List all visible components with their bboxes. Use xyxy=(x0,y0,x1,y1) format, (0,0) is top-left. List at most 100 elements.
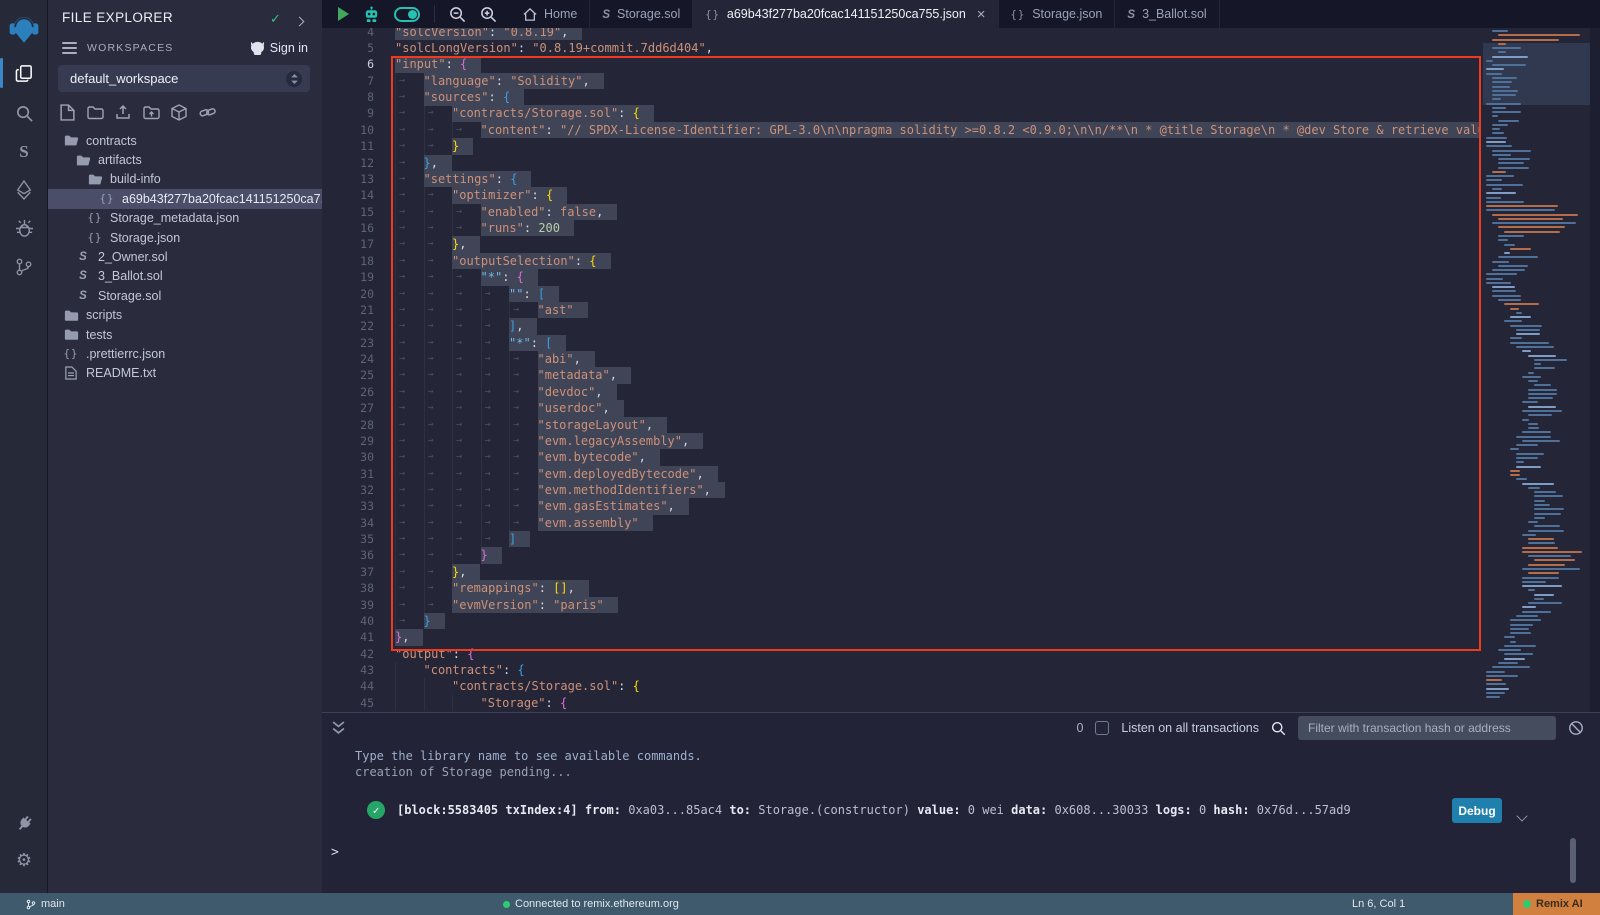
tab-storage-sol[interactable]: SStorage.sol xyxy=(590,0,693,28)
tree-item-build-info[interactable]: build-info xyxy=(48,170,322,189)
tree-item-readme-txt[interactable]: README.txt xyxy=(48,364,322,383)
minimap-line xyxy=(1522,376,1541,378)
sidebar-item-deploy-run[interactable] xyxy=(0,172,48,208)
copilot-toggle[interactable] xyxy=(394,7,420,22)
tree-item-storage-json[interactable]: {}Storage.json xyxy=(48,228,322,247)
minimap-line xyxy=(1498,226,1565,228)
upload-file-icon[interactable] xyxy=(114,103,132,121)
code-editor[interactable]: 4567891011121314151617181920212223242526… xyxy=(322,28,1600,712)
listen-checkbox[interactable] xyxy=(1095,721,1109,735)
json-icon-wrap: {} xyxy=(87,232,103,244)
tree-item-tests[interactable]: tests xyxy=(48,325,322,344)
workspace-select[interactable]: default_workspace xyxy=(58,65,310,92)
tab-whitespace: → xyxy=(424,105,453,121)
sidebar-item-git[interactable] xyxy=(0,249,48,285)
sidebar-item-plugin-manager[interactable] xyxy=(0,805,48,841)
tab-storage-json[interactable]: {}Storage.json xyxy=(999,0,1116,28)
minimap-line xyxy=(1486,145,1512,147)
minimap-line xyxy=(1486,696,1500,698)
tab-home[interactable]: Home xyxy=(511,0,590,28)
minimap-line xyxy=(1492,214,1578,216)
tab-whitespace: → xyxy=(452,400,481,416)
minimap[interactable] xyxy=(1483,28,1590,702)
tab-whitespace: → xyxy=(395,318,424,334)
tab-whitespace xyxy=(395,662,424,678)
sidebar-item-settings[interactable]: ⚙ xyxy=(0,842,48,878)
debug-button[interactable]: Debug xyxy=(1452,798,1502,823)
tree-item--prettierrc-json[interactable]: {}.prettierrc.json xyxy=(48,344,322,363)
tree-item-scripts[interactable]: scripts xyxy=(48,306,322,325)
code-text: "evmVersion": "paris" xyxy=(452,597,618,613)
line-number: 27 xyxy=(322,400,374,416)
ai-robot-icon[interactable] xyxy=(363,6,380,23)
zoom-in-icon[interactable] xyxy=(480,6,497,23)
link-icon[interactable] xyxy=(198,103,216,121)
code-line-14: →→"optimizer": { xyxy=(395,187,1481,203)
cube-icon[interactable] xyxy=(170,103,188,121)
minimap-line xyxy=(1498,218,1563,220)
tree-item-storage-metadata-json[interactable]: {}Storage_metadata.json xyxy=(48,209,322,228)
new-folder-icon[interactable] xyxy=(86,103,104,121)
tree-item-3-ballot-sol[interactable]: S3_Ballot.sol xyxy=(48,267,322,286)
minimap-line xyxy=(1486,60,1493,62)
transaction-filter-input[interactable] xyxy=(1298,716,1556,740)
editor-scrollbar[interactable] xyxy=(1590,28,1600,712)
tab-whitespace: → xyxy=(452,515,481,531)
minimap-line xyxy=(1522,419,1529,421)
remix-logo[interactable] xyxy=(0,10,48,48)
solidity-icon: S xyxy=(602,9,610,21)
terminal-prompt[interactable]: > xyxy=(331,845,339,860)
remix-ai-badge[interactable]: Remix AI xyxy=(1513,893,1600,915)
line-number: 45 xyxy=(322,695,374,711)
tab-3-ballot-sol[interactable]: S3_Ballot.sol xyxy=(1115,0,1219,28)
minimap-line xyxy=(1492,111,1521,113)
upload-folder-icon[interactable] xyxy=(142,103,160,121)
terminal-search-icon[interactable] xyxy=(1271,721,1286,736)
minimap-line xyxy=(1504,303,1539,305)
line-number: 11 xyxy=(322,138,374,154)
tree-item-contracts[interactable]: contracts xyxy=(48,131,322,150)
tree-item-storage-sol[interactable]: SStorage.sol xyxy=(48,286,322,305)
line-number: 16 xyxy=(322,220,374,236)
minimap-line xyxy=(1498,239,1508,241)
sidebar-item-file-explorer[interactable] xyxy=(0,55,48,91)
transaction-row[interactable]: ✓ [block:5583405 txIndex:4] from: 0xa03.… xyxy=(367,801,1351,819)
tab-whitespace: → xyxy=(481,384,510,400)
tree-item-2-owner-sol[interactable]: S2_Owner.sol xyxy=(48,247,322,266)
sidebar-item-solidity-compiler[interactable]: S xyxy=(0,134,48,170)
terminal-scrollbar[interactable] xyxy=(1570,838,1576,883)
collapse-terminal-icon[interactable] xyxy=(322,721,345,735)
tree-item-a69b43f277ba20fcac141151250ca7-[interactable]: {}a69b43f277ba20fcac141151250ca7... xyxy=(48,189,322,208)
json-icon-wrap: {} xyxy=(1011,7,1026,21)
run-script-button[interactable] xyxy=(338,7,349,21)
code-text: "contracts/Storage.sol": { xyxy=(452,105,654,121)
line-number: 5 xyxy=(322,40,374,56)
hamburger-icon[interactable] xyxy=(62,42,77,54)
git-branch-status[interactable]: main xyxy=(26,893,65,915)
line-number: 10 xyxy=(322,122,374,138)
line-number: 9 xyxy=(322,105,374,121)
tab-a69b43f277ba20fcac141151250ca755-json[interactable]: {}a69b43f277ba20fcac141151250ca755.json× xyxy=(693,0,998,28)
panel-chevron-right[interactable] xyxy=(296,12,303,30)
minimap-line xyxy=(1516,466,1541,468)
tab-whitespace: → xyxy=(395,138,424,154)
new-file-icon[interactable] xyxy=(58,103,76,121)
close-icon[interactable]: × xyxy=(977,6,986,23)
sign-in-button[interactable]: Sign in xyxy=(250,41,308,55)
minimap-line xyxy=(1492,666,1530,668)
minimap-line xyxy=(1534,367,1555,369)
clear-console-icon[interactable] xyxy=(1568,720,1584,736)
minimap-line xyxy=(1504,320,1522,322)
tree-item-artifacts[interactable]: artifacts xyxy=(48,150,322,169)
code-text: "storageLayout", xyxy=(538,417,668,433)
json-icon: {} xyxy=(100,193,115,205)
tx-expand-chevron[interactable] xyxy=(1518,807,1526,825)
sidebar-item-search[interactable] xyxy=(0,95,48,131)
minimap-line xyxy=(1498,43,1506,45)
tab-whitespace: → xyxy=(424,580,453,596)
sidebar-item-debugger[interactable] xyxy=(0,210,48,246)
tab-whitespace: → xyxy=(509,466,538,482)
zoom-out-icon[interactable] xyxy=(449,6,466,23)
minimap-line xyxy=(1528,380,1538,382)
minimap-line xyxy=(1492,286,1515,288)
